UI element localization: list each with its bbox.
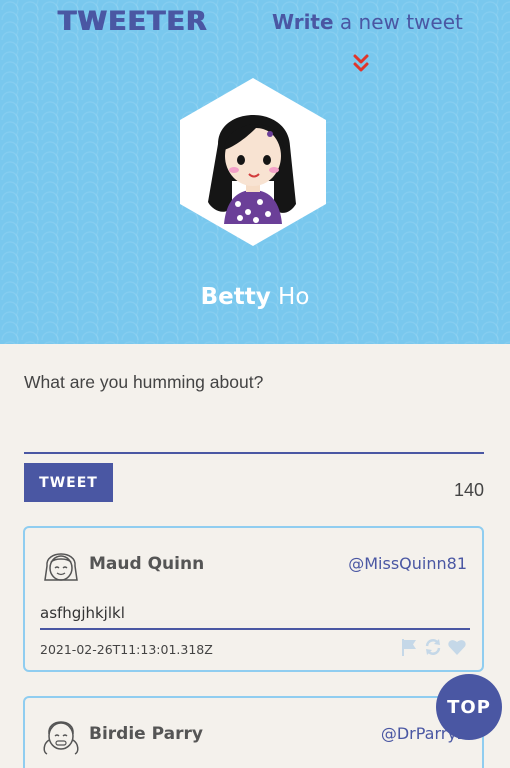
- tweet-text: asfhgjhkjlkl: [40, 604, 125, 622]
- heart-icon[interactable]: [447, 637, 467, 657]
- tweet-timestamp: 2021-02-26T11:13:01.318Z: [40, 642, 213, 657]
- profile-avatar: [180, 78, 326, 246]
- retweet-icon[interactable]: [423, 637, 443, 657]
- tweet-handle[interactable]: @MissQuinn81: [348, 554, 467, 573]
- profile-name: Betty Ho: [0, 284, 510, 310]
- tweet-card: Maud Quinn @MissQuinn81 asfhgjhkjlkl 202…: [23, 526, 484, 672]
- write-strong: Write: [272, 10, 334, 34]
- tweet-divider: [40, 628, 470, 630]
- char-counter: 140: [453, 480, 484, 500]
- compose-input[interactable]: [24, 398, 484, 454]
- profile-header: TWEETER Write a new tweet Betty Ho: [0, 0, 510, 344]
- tweet-user-name: Maud Quinn: [89, 554, 205, 574]
- app-logo[interactable]: TWEETER: [58, 6, 208, 37]
- tweet-button[interactable]: TWEET: [24, 463, 113, 502]
- compose-label: What are you humming about?: [24, 372, 264, 392]
- write-tweet-link[interactable]: Write a new tweet: [272, 10, 463, 34]
- chevron-down-icon[interactable]: [351, 52, 371, 76]
- last-name: Ho: [270, 284, 310, 310]
- write-rest: a new tweet: [333, 10, 463, 34]
- tweet-card: Birdie Parry @DrParry2: [23, 696, 484, 768]
- tweet-actions: [399, 637, 467, 657]
- tweet-user-name: Birdie Parry: [89, 724, 203, 744]
- scroll-top-button[interactable]: TOP: [436, 674, 502, 740]
- user-avatar-icon: [43, 721, 79, 755]
- flag-icon[interactable]: [399, 637, 419, 657]
- user-avatar-icon: [44, 553, 78, 581]
- first-name: Betty: [200, 284, 271, 310]
